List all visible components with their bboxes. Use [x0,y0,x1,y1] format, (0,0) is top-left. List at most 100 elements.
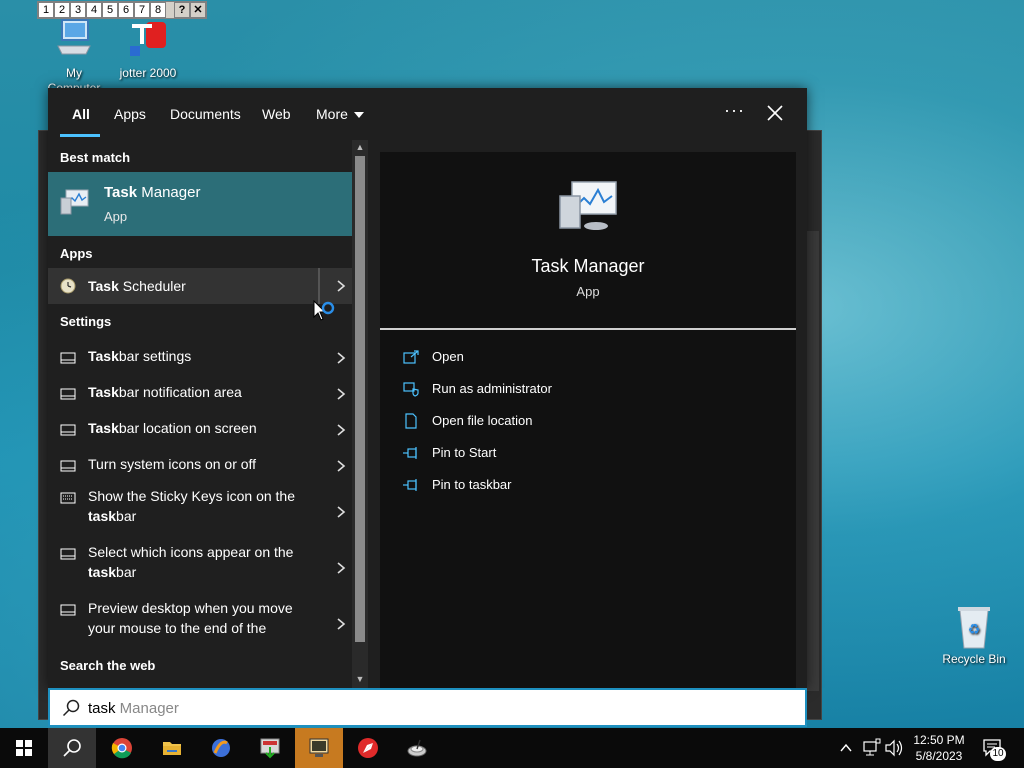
action-label: Pin to taskbar [432,477,512,492]
taskbar-app-disc[interactable] [393,728,441,768]
more-options-button[interactable]: ··· [724,100,744,124]
tab-more[interactable]: More [316,106,364,122]
desktop-icon-label: My [66,66,82,80]
result-taskbar-settings[interactable]: Taskbar settings [48,340,352,376]
preview-pane: Task Manager App Open Run as administrat… [380,152,796,688]
taskbar-chrome[interactable] [98,728,146,768]
best-match-subtitle: App [104,209,128,224]
action-label: Open file location [432,413,533,428]
shield-icon [403,382,419,397]
task-manager-large-icon [559,181,617,230]
search-suggestion: Manager [115,700,179,717]
taskbar-clock[interactable]: 12:50 PM 5/8/2023 [904,732,974,764]
jotter-app-icon [130,22,166,56]
result-taskbar-location[interactable]: Taskbar location on screen [48,412,352,448]
chevron-right-icon[interactable] [336,505,346,519]
chevron-right-icon[interactable] [336,561,346,575]
keyboard-icon [60,492,76,504]
display-setting-icon [60,460,76,472]
mouse-cursor-busy-icon [313,300,335,321]
taskbar-app-paste[interactable] [246,728,294,768]
result-label: Select which icons appear on the taskbar [88,544,294,580]
chevron-right-icon[interactable] [336,279,346,293]
chevron-right-icon[interactable] [336,459,346,473]
tab-web[interactable]: Web [262,106,291,122]
desk-2-button[interactable]: 2 [54,2,70,18]
desk-4-button[interactable]: 4 [86,2,102,18]
desk-3-button[interactable]: 3 [70,2,86,18]
desk-5-button[interactable]: 5 [102,2,118,18]
result-task-scheduler[interactable]: Task Scheduler [48,268,352,304]
start-button[interactable] [0,728,48,768]
result-label: Taskbar settings [88,348,192,364]
desk-1-button[interactable]: 1 [38,2,54,18]
active-tab-indicator [60,134,100,137]
action-label: Open [432,349,464,364]
caret-down-icon [353,112,364,119]
volume-icon[interactable] [884,728,904,768]
action-label: Run as administrator [432,381,552,396]
chevron-right-icon[interactable] [336,387,346,401]
chevron-right-icon[interactable] [336,351,346,365]
desktop-icon-my-computer[interactable]: My Computer [34,18,114,96]
display-setting-icon [60,352,76,364]
open-icon [403,350,419,364]
result-label: Turn system icons on or off [88,456,257,472]
section-header-settings: Settings [60,314,112,329]
scroll-down-icon[interactable]: ▼ [355,674,365,684]
virtual-desk-switcher: 1 2 3 4 5 6 7 8 ? ✕ [37,1,207,19]
taskbar-file-explorer[interactable] [148,728,196,768]
pin-icon [403,479,417,491]
folder-icon [163,742,181,755]
taskbar-search-button[interactable] [48,728,96,768]
scroll-up-icon[interactable]: ▲ [355,142,365,152]
result-select-icons[interactable]: Select which icons appear on the taskbar [48,540,352,596]
chevron-right-icon[interactable] [336,617,346,631]
help-button[interactable]: ? [174,2,190,18]
search-panel: All Apps Documents Web More ··· Best mat… [48,88,807,688]
desktop-icon-jotter[interactable]: jotter 2000 [108,18,188,81]
close-switcher-button[interactable]: ✕ [190,2,206,18]
tab-apps[interactable]: Apps [114,106,146,122]
close-icon[interactable] [764,102,786,124]
tab-documents[interactable]: Documents [170,106,241,122]
results-scrollbar[interactable]: ▲ ▼ [352,140,368,688]
taskbar-app-launcher[interactable] [344,728,392,768]
desk-6-button[interactable]: 6 [118,2,134,18]
rocket-app-icon [358,738,378,758]
scroll-thumb[interactable] [355,156,365,642]
network-icon[interactable] [862,728,882,768]
network-app-icon [212,739,230,757]
desktop-icon-recycle-bin[interactable]: ♻ Recycle Bin [937,604,1011,666]
tab-all[interactable]: All [72,106,90,122]
display-setting-icon [60,548,76,560]
result-label: Taskbar location on screen [88,420,257,436]
search-results-list: Best match Task Manager App Apps Task Sc… [48,140,352,688]
disc-app-icon [407,739,427,757]
chevron-right-icon[interactable] [336,423,346,437]
chrome-icon [111,738,132,759]
svg-text:♻: ♻ [968,622,981,638]
display-setting-icon [60,388,76,400]
background-window-scrollbar [807,231,819,691]
result-label: Taskbar notification area [88,384,242,400]
recycle-bin-icon: ♻ [958,607,990,649]
result-sticky-keys-icon[interactable]: Show the Sticky Keys icon on the taskbar [48,484,352,540]
result-taskbar-notification-area[interactable]: Taskbar notification area [48,376,352,412]
result-preview-desktop[interactable]: Preview desktop when you move your mouse… [48,596,352,652]
action-center-button[interactable]: 10 [982,737,1006,761]
desktop-icon-label: jotter 2000 [119,66,177,80]
section-header-apps: Apps [60,246,93,261]
search-input[interactable]: task Manager [48,688,807,727]
windows-logo-icon [16,740,32,756]
taskbar-app-network[interactable] [197,728,245,768]
desk-8-button[interactable]: 8 [150,2,166,18]
clock-time: 12:50 PM [913,733,965,747]
best-match-task-manager[interactable]: Task Manager App [48,172,352,236]
preview-app-title: Task Manager [531,256,645,276]
taskbar-app-monitor-active[interactable] [295,728,343,768]
desk-7-button[interactable]: 7 [134,2,150,18]
result-label: Preview desktop when you move your mouse… [88,600,293,636]
result-system-icons[interactable]: Turn system icons on or off [48,448,352,484]
chevron-up-icon[interactable] [838,728,854,768]
